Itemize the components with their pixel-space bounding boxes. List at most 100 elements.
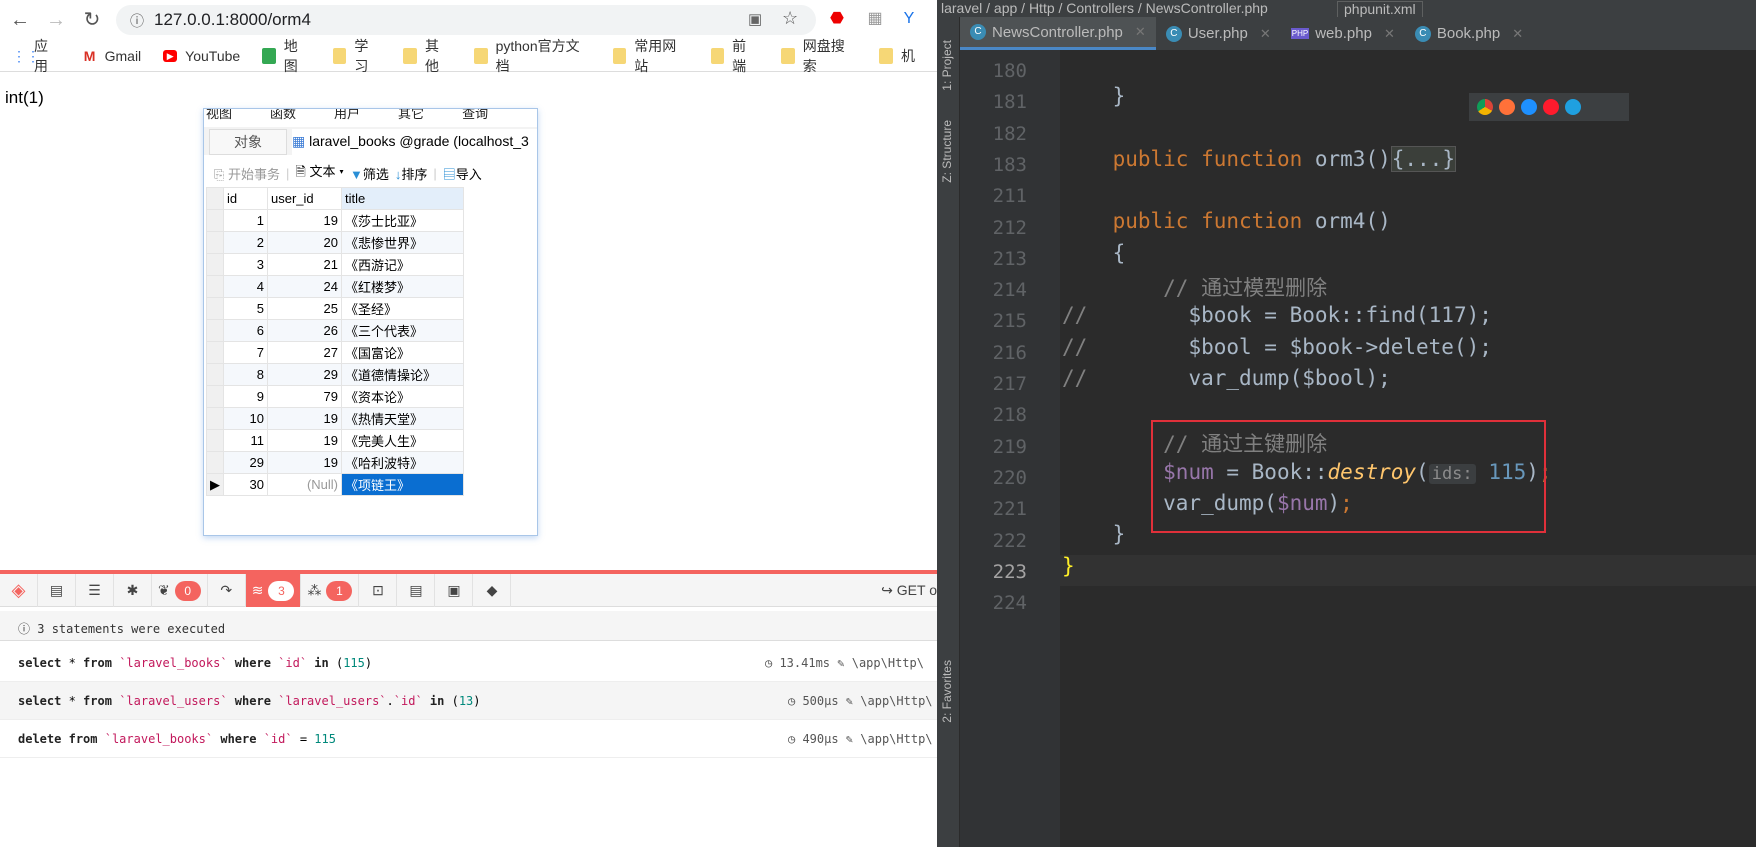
cell-id[interactable]: 8 — [223, 363, 268, 386]
bookmark-maps[interactable]: 地图 — [262, 36, 311, 76]
cell-title[interactable]: 《国富论》 — [341, 341, 464, 364]
cell-id[interactable]: 7 — [223, 341, 268, 364]
bookmark-folder[interactable]: 网盘搜索 — [781, 36, 857, 76]
route-share-icon[interactable]: ↷ — [208, 574, 246, 607]
messages-tab-icon[interactable]: ▤ — [38, 574, 76, 607]
bookmark-gmail[interactable]: M Gmail — [83, 48, 141, 64]
gate-list-icon[interactable]: ▤ — [397, 574, 436, 607]
bookmark-folder[interactable]: 学习 — [332, 36, 382, 76]
bookmark-star-icon[interactable]: ☆ — [782, 8, 798, 29]
tab-objects[interactable]: 对象 — [209, 129, 287, 155]
row-indicator[interactable] — [206, 253, 224, 276]
cell-user-id[interactable]: 19 — [267, 429, 342, 452]
run-config-select[interactable]: phpunit.xml — [1337, 1, 1423, 18]
query-row[interactable]: delete from `laravel_books` where `id` =… — [0, 720, 937, 758]
menu-item[interactable]: 函数 — [270, 109, 296, 123]
cell-title[interactable]: 《完美人生》 — [341, 429, 464, 452]
row-indicator[interactable] — [206, 341, 224, 364]
filter-button[interactable]: ▼筛选 — [350, 164, 389, 183]
table-row[interactable]: 3 21 《西游记》 — [206, 253, 464, 276]
row-indicator[interactable] — [206, 429, 224, 452]
table-row[interactable]: 8 29 《道德情操论》 — [206, 363, 464, 386]
close-icon[interactable]: ✕ — [1512, 26, 1523, 42]
row-indicator[interactable]: ▶ — [206, 473, 224, 496]
cell-id[interactable]: 3 — [223, 253, 268, 276]
extension-icon[interactable]: ▦ — [864, 8, 886, 30]
column-header[interactable]: id — [223, 187, 268, 210]
cell-id[interactable]: 1 — [223, 209, 268, 232]
vpn-extension-icon[interactable]: Y — [898, 8, 920, 30]
row-indicator[interactable] — [206, 275, 224, 298]
breadcrumb[interactable]: laravel / app / Http / Controllers / New… — [941, 1, 1268, 16]
sort-button[interactable]: ↓排序 — [395, 164, 428, 183]
cell-id[interactable]: 10 — [223, 407, 268, 430]
views-tab[interactable]: ❦ 0 — [152, 574, 208, 607]
row-indicator[interactable] — [206, 407, 224, 430]
cell-title[interactable]: 《西游记》 — [341, 253, 464, 276]
opera-icon[interactable] — [1543, 99, 1559, 115]
cell-title[interactable]: 《道德情操论》 — [341, 363, 464, 386]
table-row[interactable]: 10 19 《热情天堂》 — [206, 407, 464, 430]
structure-tool-button[interactable]: Z: Structure — [940, 120, 954, 183]
safari-icon[interactable] — [1521, 99, 1537, 115]
cell-title[interactable]: 《莎士比亚》 — [341, 209, 464, 232]
table-row[interactable]: 4 24 《红楼梦》 — [206, 275, 464, 298]
bookmark-folder[interactable]: 机 — [878, 46, 915, 66]
begin-transaction-button[interactable]: ⎘ 开始事务 — [214, 164, 280, 183]
cell-id[interactable]: 30 — [223, 473, 268, 496]
tab-table[interactable]: ▦ laravel_books @grade (localhost_3 — [292, 129, 537, 155]
row-indicator[interactable] — [206, 297, 224, 320]
cell-user-id[interactable]: 79 — [267, 385, 342, 408]
cell-id[interactable]: 6 — [223, 319, 268, 342]
cell-user-id[interactable]: 26 — [267, 319, 342, 342]
row-indicator[interactable] — [206, 451, 224, 474]
bookmark-folder[interactable]: 前端 — [710, 36, 760, 76]
menu-item[interactable]: 其它 — [398, 109, 424, 123]
menu-item[interactable]: 用户 — [334, 109, 360, 123]
tab-web[interactable]: PHP web.php ✕ — [1281, 17, 1405, 50]
models-tab[interactable]: ⁂ 1 — [301, 574, 360, 607]
table-row[interactable]: ▶ 30 (Null) 《项链王》 — [206, 473, 464, 496]
exceptions-bug-icon[interactable]: ✱ — [114, 574, 152, 607]
session-archive-icon[interactable]: ▣ — [435, 574, 474, 607]
query-row[interactable]: select * from `laravel_books` where `id`… — [0, 644, 937, 682]
bookmark-folder[interactable]: 其他 — [403, 36, 452, 76]
table-row[interactable]: 9 79 《资本论》 — [206, 385, 464, 408]
tab-user[interactable]: C User.php ✕ — [1156, 17, 1281, 50]
cell-user-id[interactable]: 21 — [267, 253, 342, 276]
mail-inbox-icon[interactable]: ⊡ — [359, 574, 398, 607]
forward-button[interactable]: → — [44, 8, 68, 32]
translate-icon[interactable]: ▣ — [748, 10, 762, 28]
project-tool-button[interactable]: 1: Project — [940, 40, 954, 91]
bookmark-folder[interactable]: python官方文档 — [474, 36, 591, 76]
cell-id[interactable]: 29 — [223, 451, 268, 474]
table-row[interactable]: 2 20 《悲惨世界》 — [206, 231, 464, 254]
cell-title[interactable]: 《圣经》 — [341, 297, 464, 320]
cell-title[interactable]: 《三个代表》 — [341, 319, 464, 342]
queries-tab[interactable]: ≋ 3 — [245, 574, 302, 607]
cell-id[interactable]: 9 — [223, 385, 268, 408]
table-row[interactable]: 6 26 《三个代表》 — [206, 319, 464, 342]
row-indicator[interactable] — [206, 231, 224, 254]
request-method[interactable]: ↪ GET o — [881, 582, 937, 599]
column-header[interactable]: title — [341, 187, 464, 210]
tab-newscontroller[interactable]: C NewsController.php ✕ — [960, 17, 1156, 50]
cell-user-id[interactable]: 24 — [267, 275, 342, 298]
cell-user-id[interactable]: 27 — [267, 341, 342, 364]
cell-user-id[interactable]: 19 — [267, 209, 342, 232]
bookmark-folder[interactable]: 常用网站 — [612, 36, 689, 76]
cell-title[interactable]: 《哈利波特》 — [341, 451, 464, 474]
cell-id[interactable]: 5 — [223, 297, 268, 320]
reload-button[interactable]: ↻ — [80, 8, 104, 32]
cell-title[interactable]: 《资本论》 — [341, 385, 464, 408]
cell-id[interactable]: 11 — [223, 429, 268, 452]
column-header[interactable]: user_id — [267, 187, 342, 210]
table-row[interactable]: 29 19 《哈利波特》 — [206, 451, 464, 474]
bookmark-youtube[interactable]: ▶ YouTube — [163, 48, 240, 64]
menu-item[interactable]: 视图 — [206, 109, 232, 123]
firefox-icon[interactable] — [1499, 99, 1515, 115]
cell-title[interactable]: 《红楼梦》 — [341, 275, 464, 298]
cell-title[interactable]: 《悲惨世界》 — [341, 231, 464, 254]
close-icon[interactable]: ✕ — [1135, 24, 1146, 40]
cell-user-id[interactable]: 29 — [267, 363, 342, 386]
